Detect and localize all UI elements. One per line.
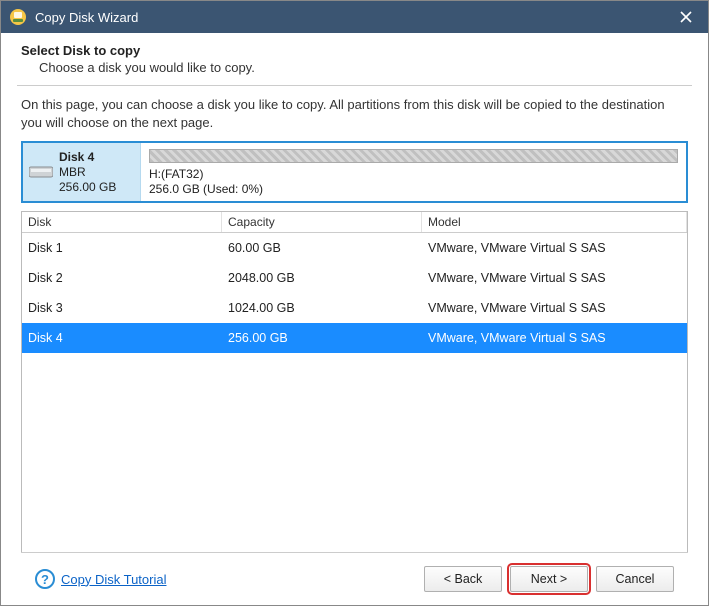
page-header: Select Disk to copy Choose a disk you wo… (17, 33, 692, 85)
titlebar: Copy Disk Wizard (1, 1, 708, 33)
window-title: Copy Disk Wizard (35, 10, 672, 25)
content-area: Select Disk to copy Choose a disk you wo… (1, 33, 708, 605)
partition-map: H:(FAT32) 256.0 GB (Used: 0%) (141, 143, 686, 201)
disk-size: 256.00 GB (59, 180, 134, 195)
table-body: Disk 160.00 GBVMware, VMware Virtual S S… (22, 233, 687, 552)
partition-bar[interactable] (149, 149, 678, 163)
cell-disk: Disk 1 (28, 241, 228, 255)
app-icon (9, 8, 27, 26)
col-capacity[interactable]: Capacity (222, 212, 422, 232)
disk-table: Disk Capacity Model Disk 160.00 GBVMware… (21, 211, 688, 552)
cell-capacity: 2048.00 GB (228, 271, 428, 285)
page-description: On this page, you can choose a disk you … (21, 96, 688, 131)
disk-scheme: MBR (59, 165, 134, 180)
next-button[interactable]: Next > (510, 566, 588, 592)
col-model[interactable]: Model (422, 212, 687, 232)
cell-capacity: 1024.00 GB (228, 301, 428, 315)
cell-disk: Disk 2 (28, 271, 228, 285)
cell-model: VMware, VMware Virtual S SAS (428, 301, 681, 315)
tutorial-link[interactable]: Copy Disk Tutorial (61, 572, 166, 587)
partition-info: 256.0 GB (Used: 0%) (149, 182, 678, 197)
partition-label: H:(FAT32) (149, 167, 678, 182)
cell-model: VMware, VMware Virtual S SAS (428, 271, 681, 285)
table-row[interactable]: Disk 31024.00 GBVMware, VMware Virtual S… (22, 293, 687, 323)
cell-disk: Disk 4 (28, 331, 228, 345)
help-icon[interactable]: ? (35, 569, 55, 589)
selected-disk-panel: Disk 4 MBR 256.00 GB H:(FAT32) 256.0 GB … (21, 141, 688, 203)
cancel-button[interactable]: Cancel (596, 566, 674, 592)
disk-name: Disk 4 (59, 150, 134, 165)
table-row[interactable]: Disk 4256.00 GBVMware, VMware Virtual S … (22, 323, 687, 353)
cell-capacity: 256.00 GB (228, 331, 428, 345)
hard-drive-icon (29, 165, 53, 179)
col-disk[interactable]: Disk (22, 212, 222, 232)
cell-capacity: 60.00 GB (228, 241, 428, 255)
divider (17, 85, 692, 86)
close-button[interactable] (672, 3, 700, 31)
page-title: Select Disk to copy (21, 43, 688, 58)
footer: ? Copy Disk Tutorial < Back Next > Cance… (17, 553, 692, 605)
help-section: ? Copy Disk Tutorial (35, 569, 166, 589)
table-row[interactable]: Disk 160.00 GBVMware, VMware Virtual S S… (22, 233, 687, 263)
cell-disk: Disk 3 (28, 301, 228, 315)
cell-model: VMware, VMware Virtual S SAS (428, 331, 681, 345)
table-row[interactable]: Disk 22048.00 GBVMware, VMware Virtual S… (22, 263, 687, 293)
page-subtitle: Choose a disk you would like to copy. (21, 60, 688, 75)
back-button[interactable]: < Back (424, 566, 502, 592)
table-header: Disk Capacity Model (22, 212, 687, 233)
disk-summary: Disk 4 MBR 256.00 GB (23, 143, 141, 201)
cell-model: VMware, VMware Virtual S SAS (428, 241, 681, 255)
